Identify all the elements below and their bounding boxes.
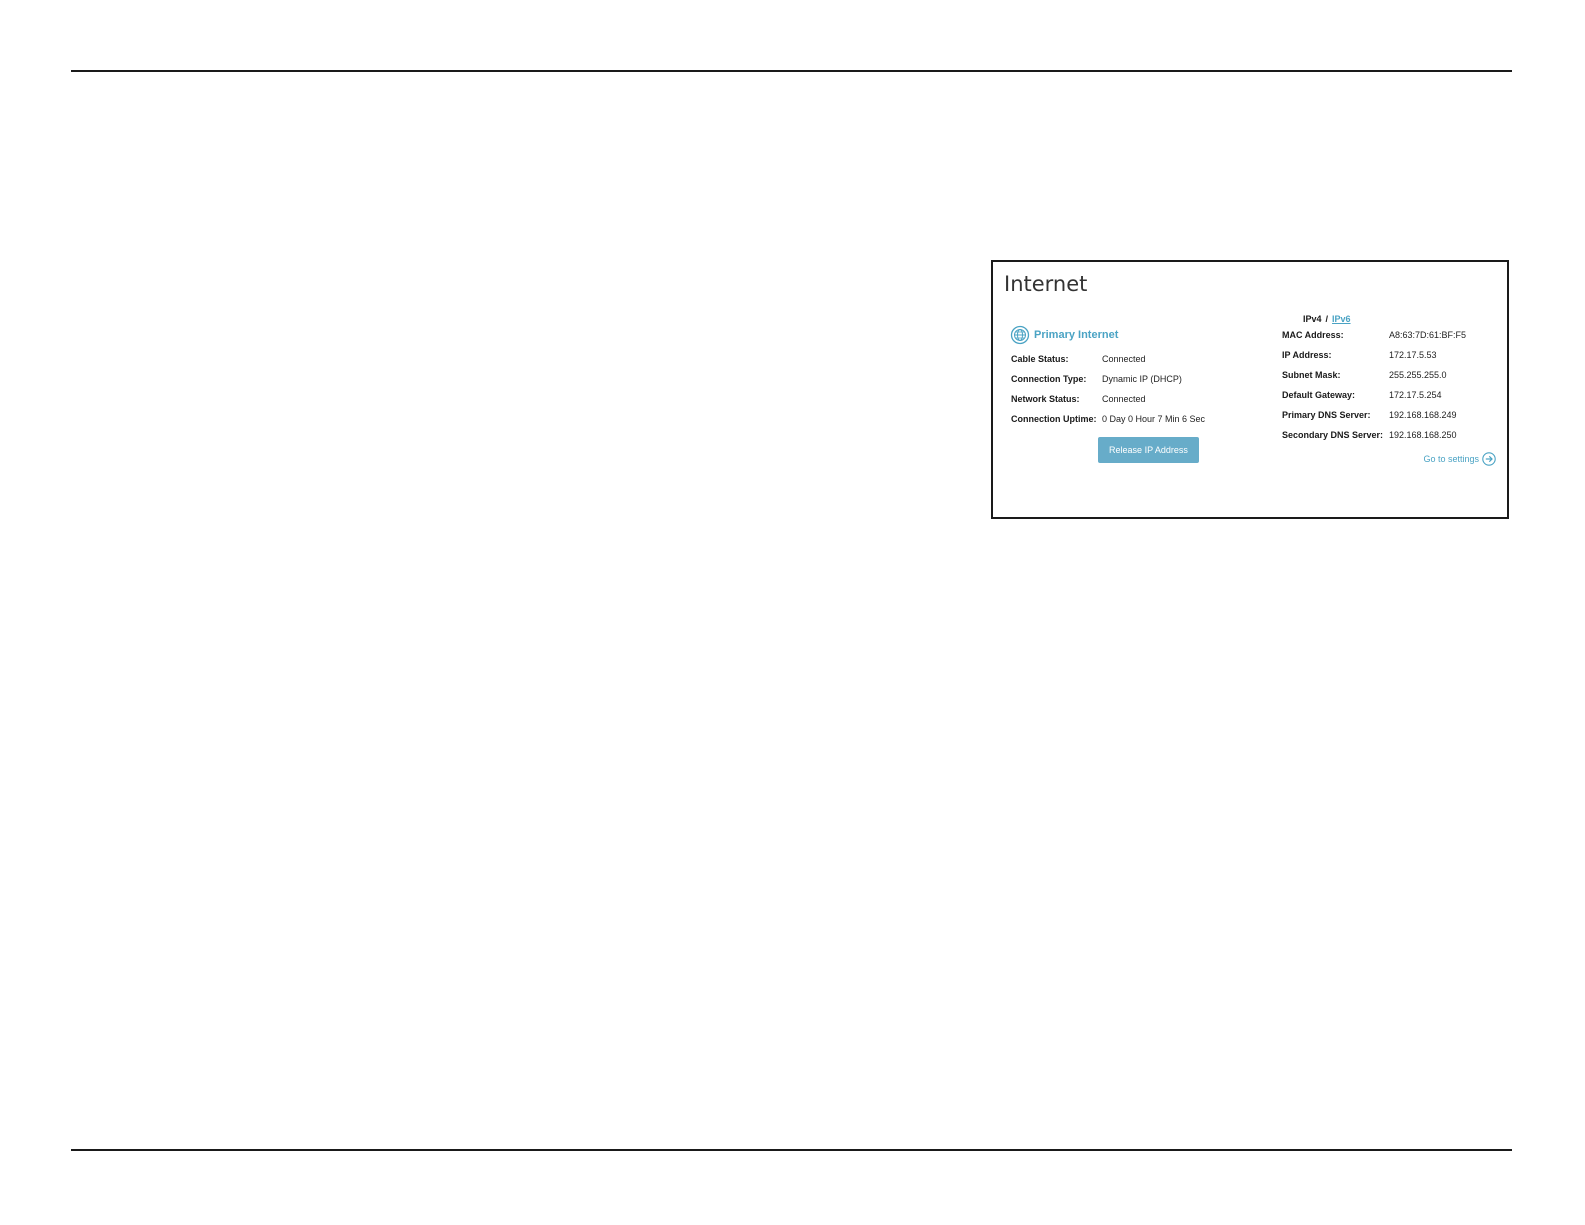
connection-uptime-label: Connection Uptime: <box>1011 414 1097 424</box>
connection-uptime-value: 0 Day 0 Hour 7 Min 6 Sec <box>1102 414 1206 424</box>
connection-type-label: Connection Type: <box>1011 374 1087 384</box>
ip-switch-separator: / <box>1325 314 1329 324</box>
ip-address-value: 172.17.5.53 <box>1389 350 1437 360</box>
bottom-divider <box>71 1149 1512 1151</box>
primary-internet-label: Primary Internet <box>1034 329 1119 341</box>
mac-address-label: MAC Address: <box>1282 330 1344 340</box>
go-to-settings-link[interactable]: Go to settings <box>1423 452 1496 466</box>
primary-dns-label: Primary DNS Server: <box>1282 410 1371 420</box>
arrow-right-circle-icon <box>1482 452 1496 466</box>
release-ip-address-button[interactable]: Release IP Address <box>1098 437 1199 463</box>
cable-status-value: Connected <box>1102 354 1146 364</box>
secondary-dns-label: Secondary DNS Server: <box>1282 430 1384 440</box>
globe-icon <box>1010 325 1030 345</box>
primary-dns-value: 192.168.168.249 <box>1389 410 1457 420</box>
subnet-mask-value: 255.255.255.0 <box>1389 370 1447 380</box>
subnet-mask-label: Subnet Mask: <box>1282 370 1341 380</box>
network-status-value: Connected <box>1102 394 1146 404</box>
panel-title: Internet <box>1004 272 1088 296</box>
default-gateway-value: 172.17.5.254 <box>1389 390 1442 400</box>
default-gateway-label: Default Gateway: <box>1282 390 1356 400</box>
secondary-dns-value: 192.168.168.250 <box>1389 430 1457 440</box>
top-divider <box>71 70 1512 72</box>
ip-version-switch: IPv4/IPv6 <box>1303 314 1351 324</box>
mac-address-value: A8:63:7D:61:BF:F5 <box>1389 330 1467 340</box>
cable-status-label: Cable Status: <box>1011 354 1069 364</box>
ipv6-link[interactable]: IPv6 <box>1332 314 1351 324</box>
connection-type-value: Dynamic IP (DHCP) <box>1102 374 1182 384</box>
ipv4-label: IPv4 <box>1303 314 1322 324</box>
network-status-label: Network Status: <box>1011 394 1080 404</box>
go-to-settings-label: Go to settings <box>1423 454 1479 464</box>
ip-address-label: IP Address: <box>1282 350 1332 360</box>
internet-panel: Internet Primary Internet Cable Status: … <box>991 260 1509 519</box>
primary-internet-header: Primary Internet <box>1010 325 1118 345</box>
